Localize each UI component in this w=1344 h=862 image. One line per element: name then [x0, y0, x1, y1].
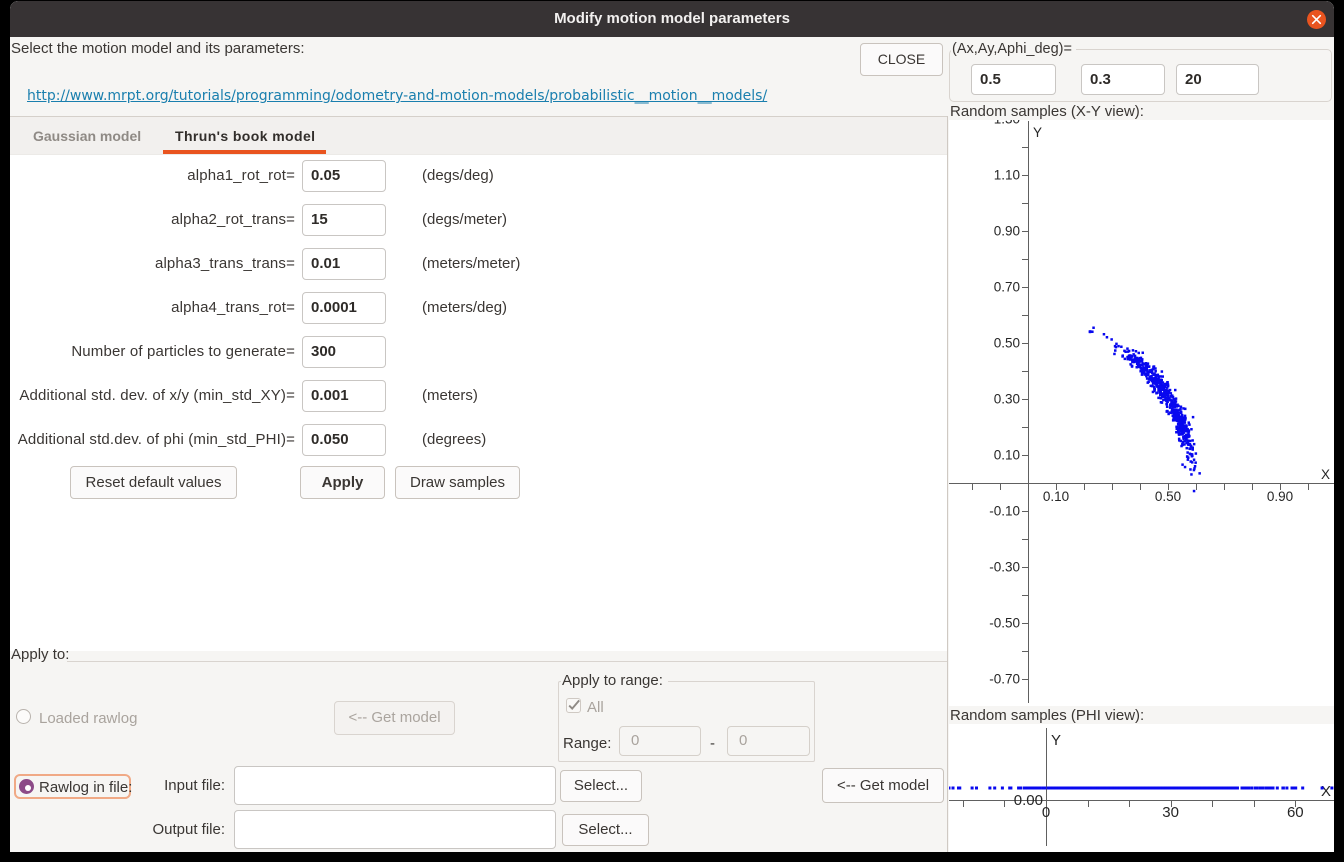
svg-text:Y: Y	[1051, 732, 1061, 749]
tab-bar: Gaussian model Thrun's book model	[10, 116, 948, 154]
ax-input[interactable]: 0.5	[971, 64, 1056, 95]
param-label-0: alpha1_rot_rot=	[10, 160, 295, 192]
param-label-3: alpha4_trans_rot=	[10, 292, 295, 324]
svg-text:X: X	[1321, 467, 1330, 482]
xy-plot-canvas: 0.10 0.50 0.90 1.30 1.10 0.90 0.70 0.50 0.30 0.10…	[949, 120, 1334, 706]
phi-plot-canvas: 0 30 60 0.00 Y X	[949, 724, 1334, 852]
input-file-field[interactable]	[234, 766, 556, 805]
xy-scatter-plot[interactable]: 0.10 0.50 0.90 1.30 1.10 0.90 0.70 0.50 0.30 0.10…	[949, 120, 1334, 706]
param-unit-2: (meters/meter)	[422, 248, 520, 280]
input-file-label: Input file:	[10, 771, 225, 801]
phi-plot-title: Random samples (PHI view):	[950, 707, 1144, 724]
apply-to-border	[67, 661, 947, 662]
svg-text:0.10: 0.10	[994, 448, 1020, 463]
dialog-window: Modify motion model parameters Select th…	[10, 1, 1334, 852]
window-title: Modify motion model parameters	[10, 1, 1334, 37]
apply-to-range-legend: Apply to range:	[561, 673, 668, 689]
delta-group-legend: (Ax,Ay,Aphi_deg)=	[951, 41, 1076, 58]
svg-text:1.30: 1.30	[994, 120, 1020, 127]
range-from-input[interactable]: 0	[619, 726, 701, 756]
param-input-0[interactable]: 0.05	[302, 160, 386, 192]
apply-to-legend: Apply to:	[11, 646, 69, 663]
aphi-input[interactable]: 20	[1176, 64, 1259, 95]
param-unit-0: (degs/deg)	[422, 160, 494, 192]
svg-text:-0.50: -0.50	[989, 616, 1020, 631]
mrpt-tutorial-link[interactable]: http://www.mrpt.org/tutorials/programmin…	[27, 88, 767, 104]
param-label-2: alpha3_trans_trans=	[10, 248, 295, 280]
svg-text:-0.30: -0.30	[989, 560, 1020, 575]
param-input-3[interactable]: 0.0001	[302, 292, 386, 324]
param-input-5[interactable]: 0.001	[302, 380, 386, 412]
select-output-file-button[interactable]: Select...	[562, 814, 649, 846]
draw-samples-button[interactable]: Draw samples	[395, 466, 520, 499]
all-checkbox[interactable]	[566, 698, 581, 713]
svg-text:0.90: 0.90	[1267, 489, 1293, 504]
output-file-label: Output file:	[10, 815, 225, 845]
tab-gaussian-model[interactable]: Gaussian model	[33, 117, 141, 154]
param-label-5: Additional std. dev. of x/y (min_std_XY)…	[10, 380, 295, 412]
xy-plot-title: Random samples (X-Y view):	[950, 103, 1144, 120]
param-unit-5: (meters)	[422, 380, 478, 412]
close-icon	[1307, 10, 1326, 29]
window-close-button[interactable]	[1307, 10, 1326, 29]
svg-text:0.30: 0.30	[994, 392, 1020, 407]
svg-text:-0.70: -0.70	[989, 672, 1020, 687]
param-input-6[interactable]: 0.050	[302, 424, 386, 456]
instruction-label: Select the motion model and its paramete…	[11, 40, 304, 57]
apply-button[interactable]: Apply	[300, 466, 385, 499]
check-icon	[566, 698, 581, 713]
get-model-button[interactable]: <-- Get model	[822, 768, 944, 803]
svg-text:0.50: 0.50	[1155, 489, 1181, 504]
param-unit-1: (degs/meter)	[422, 204, 507, 236]
svg-text:0.50: 0.50	[994, 336, 1020, 351]
param-unit-3: (meters/deg)	[422, 292, 507, 324]
ay-input[interactable]: 0.3	[1081, 64, 1165, 95]
all-checkbox-label[interactable]: All	[587, 699, 604, 716]
param-label-4: Number of particles to generate=	[10, 336, 295, 368]
get-model-button-disabled[interactable]: <-- Get model	[334, 701, 455, 735]
loaded-rawlog-radio[interactable]	[16, 709, 31, 724]
titlebar[interactable]: Modify motion model parameters	[10, 1, 1334, 37]
svg-text:-0.10: -0.10	[989, 504, 1020, 519]
reset-default-values-button[interactable]: Reset default values	[70, 466, 237, 499]
param-input-1[interactable]: 15	[302, 204, 386, 236]
output-file-field[interactable]	[234, 810, 556, 849]
tab-thruns-book-model[interactable]: Thrun's book model	[175, 117, 315, 154]
svg-text:Y: Y	[1033, 125, 1042, 140]
range-label: Range:	[563, 735, 611, 752]
svg-text:0.00: 0.00	[1014, 792, 1043, 809]
param-input-4[interactable]: 300	[302, 336, 386, 368]
svg-text:0.90: 0.90	[994, 224, 1020, 239]
param-label-1: alpha2_rot_trans=	[10, 204, 295, 236]
range-to-input[interactable]: 0	[727, 726, 810, 756]
svg-text:X: X	[1321, 783, 1331, 800]
close-dialog-button[interactable]: CLOSE	[860, 43, 943, 76]
select-input-file-button[interactable]: Select...	[560, 770, 642, 802]
phi-scatter-plot[interactable]: 0 30 60 0.00 Y X	[949, 724, 1334, 852]
loaded-rawlog-label[interactable]: Loaded rawlog	[39, 710, 137, 727]
screen: Modify motion model parameters Select th…	[0, 0, 1344, 862]
svg-text:1.10: 1.10	[994, 168, 1020, 183]
param-unit-6: (degrees)	[422, 424, 486, 456]
svg-text:0.70: 0.70	[994, 280, 1020, 295]
panel-separator	[947, 116, 948, 852]
svg-text:60: 60	[1287, 804, 1304, 821]
range-dash: -	[710, 735, 715, 752]
svg-text:0: 0	[1042, 804, 1050, 821]
param-input-2[interactable]: 0.01	[302, 248, 386, 280]
svg-text:30: 30	[1162, 804, 1179, 821]
param-label-6: Additional std.dev. of phi (min_std_PHI)…	[10, 424, 295, 456]
svg-text:0.10: 0.10	[1043, 489, 1069, 504]
